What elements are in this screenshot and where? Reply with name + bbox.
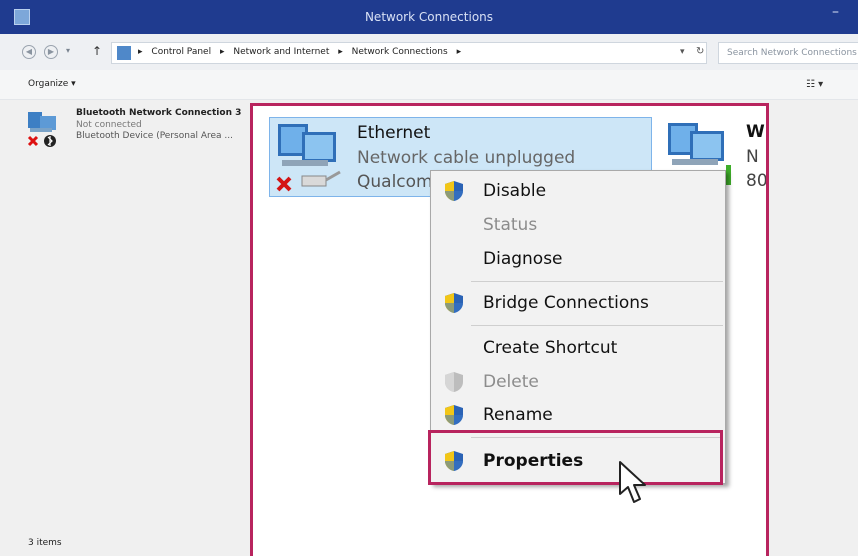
window-title: Network Connections <box>364 10 494 24</box>
menu-item-label: Rename <box>483 405 553 425</box>
uac-shield-icon <box>445 181 463 201</box>
wifi-name: W <box>746 122 765 142</box>
forward-button[interactable]: ▶ <box>44 45 58 59</box>
connection-status: Not connected <box>76 120 142 130</box>
mouse-pointer-icon <box>619 461 646 503</box>
menu-item-label: Create Shortcut <box>483 338 618 358</box>
breadcrumb-network-connections[interactable]: Network Connections <box>352 47 448 57</box>
address-bar[interactable]: ▸ Control Panel ▸ Network and Internet ▸… <box>111 42 707 64</box>
menu-item-status[interactable]: Status <box>431 207 725 241</box>
ethernet-status: Network cable unplugged <box>357 148 576 168</box>
minimize-button[interactable]: – <box>832 4 839 20</box>
ethernet-adapter-icon <box>276 124 341 192</box>
organize-button[interactable]: Organize ▾ <box>28 79 76 89</box>
address-dropdown-button[interactable]: ▾ <box>680 47 685 57</box>
address-bar-row: ◀ ▶ ▾ ↑ ▸ Control Panel ▸ Network and In… <box>0 34 858 70</box>
ethernet-name: Ethernet <box>357 123 431 143</box>
connection-name: Bluetooth Network Connection 3 <box>76 108 242 118</box>
control-panel-icon <box>117 46 131 60</box>
properties-highlight-frame <box>428 430 723 485</box>
breadcrumb-control-panel[interactable]: Control Panel <box>151 47 211 57</box>
breadcrumb: ▸ Control Panel ▸ Network and Internet ▸… <box>138 47 462 57</box>
back-button[interactable]: ◀ <box>22 45 36 59</box>
uac-shield-icon <box>445 293 463 313</box>
item-count: 3 items <box>28 538 62 548</box>
connection-item-bluetooth[interactable]: Bluetooth Network Connection 3 Not conne… <box>26 108 246 154</box>
uac-shield-icon-disabled <box>445 372 463 392</box>
menu-item-label: Diagnose <box>483 249 563 269</box>
menu-separator <box>471 325 723 326</box>
wifi-status: N <box>746 147 759 167</box>
up-button[interactable]: ↑ <box>92 44 102 58</box>
breadcrumb-network-and-internet[interactable]: Network and Internet <box>233 47 329 57</box>
menu-item-diagnose[interactable]: Diagnose <box>431 241 725 275</box>
ethernet-device: Qualcom <box>357 172 433 192</box>
menu-item-disable[interactable]: Disable <box>431 173 725 207</box>
menu-item-delete[interactable]: Delete <box>431 364 725 398</box>
recent-locations-button[interactable]: ▾ <box>66 46 70 55</box>
refresh-button[interactable]: ↻ <box>696 46 704 57</box>
wifi-device: 80 <box>746 171 766 191</box>
menu-item-label: Status <box>483 215 538 235</box>
menu-separator <box>471 281 723 282</box>
menu-item-label: Bridge Connections <box>483 293 649 313</box>
connection-device: Bluetooth Device (Personal Area ... <box>76 131 233 141</box>
search-input[interactable]: Search Network Connections <box>718 42 858 64</box>
bluetooth-connection-icon <box>27 112 56 147</box>
menu-item-label: Delete <box>483 372 539 392</box>
menu-item-label: Disable <box>483 181 547 201</box>
menu-item-rename[interactable]: Rename <box>431 397 725 431</box>
menu-item-create-shortcut[interactable]: Create Shortcut <box>431 330 725 364</box>
title-bar: Network Connections – <box>0 0 858 34</box>
menu-item-bridge-connections[interactable]: Bridge Connections <box>431 285 725 319</box>
uac-shield-icon <box>445 405 463 425</box>
command-bar: Organize ▾ ☷ ▾ <box>0 70 858 100</box>
change-view-button[interactable]: ☷ ▾ <box>806 79 823 90</box>
